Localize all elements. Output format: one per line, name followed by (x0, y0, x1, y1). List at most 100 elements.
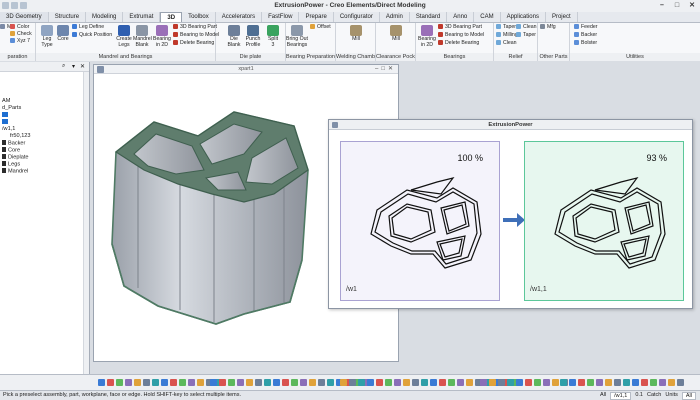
toolbar-tool-icon[interactable] (623, 379, 630, 386)
tree-item[interactable]: AM (0, 98, 90, 105)
milling-button[interactable]: Milling (496, 32, 518, 39)
tree-item[interactable]: /w1,1 (0, 126, 90, 133)
leg-type-button[interactable]: Leg Type (40, 25, 54, 48)
xyz-button[interactable]: Xyz 7 (10, 38, 30, 45)
toolbar-tool-icon[interactable] (188, 379, 195, 386)
toolbar-tool-icon[interactable] (282, 379, 289, 386)
leg-define-button[interactable]: Leg Define (72, 24, 104, 31)
toolbar-tool-icon[interactable] (143, 379, 150, 386)
tree-item[interactable]: Backer (0, 140, 90, 147)
bearing-in-2d-button-b[interactable]: Bearing in 2D (418, 25, 436, 48)
toolbar-tool-icon[interactable] (264, 379, 271, 386)
create-legs-button[interactable]: Create Legs (116, 25, 132, 48)
toolbar-tool-icon[interactable] (116, 379, 123, 386)
units-button[interactable]: Units (665, 391, 678, 400)
split-3-button[interactable]: Split 3 (266, 25, 280, 48)
toolbar-tool-icon[interactable] (237, 379, 244, 386)
tree-item[interactable]: Mandrel (0, 168, 90, 175)
toolbar-tool-icon[interactable] (677, 379, 684, 386)
tab-prepare[interactable]: Prepare (299, 12, 334, 22)
bring-out-bearings-button[interactable]: Bring Out Bearings (286, 25, 308, 48)
toolbar-tool-icon[interactable] (668, 379, 675, 386)
toolbar-tool-icon[interactable] (255, 379, 262, 386)
tab-admin[interactable]: Admin (380, 12, 410, 22)
punch-profile-button[interactable]: Punch Profile (244, 25, 262, 48)
taper-button-2[interactable]: Taper (516, 32, 536, 39)
current-part-field[interactable]: /w1,1 (610, 391, 632, 400)
tab-3d[interactable]: 3D (160, 12, 183, 22)
maximize-icon[interactable]: □ (671, 1, 683, 10)
redo-icon[interactable] (20, 2, 27, 9)
toolbar-tool-icon[interactable] (430, 379, 437, 386)
check-button[interactable]: Check (10, 31, 32, 38)
tree-item[interactable]: Legs (0, 161, 90, 168)
mill-button-2[interactable]: Mill (388, 25, 404, 43)
mfg-button[interactable]: Mfg (540, 24, 556, 31)
toolbar-tool-icon[interactable] (309, 379, 316, 386)
toolbar-tool-icon[interactable] (507, 379, 514, 386)
tab-toolbox[interactable]: Toolbox (182, 12, 216, 22)
toolbar-tool-icon[interactable] (161, 379, 168, 386)
toolbar-tool-icon[interactable] (246, 379, 253, 386)
toolbar-tool-icon[interactable] (587, 379, 594, 386)
tab-3d-geometry[interactable]: 3D Geometry (0, 12, 49, 22)
browser-scrollbar[interactable] (83, 72, 89, 374)
backer-button[interactable]: Backer (574, 32, 597, 39)
minimize-icon[interactable]: – (656, 1, 668, 10)
tree-item[interactable]: d_Parts (0, 105, 90, 112)
tab-modeling[interactable]: Modeling (86, 12, 124, 22)
delete-bearing-button-b[interactable]: Delete Bearing (438, 40, 479, 47)
bearing-to-model-button-b[interactable]: Bearing to Model (438, 32, 484, 39)
toolbar-tool-icon[interactable] (578, 379, 585, 386)
toolbar-tool-icon[interactable] (98, 379, 105, 386)
toolbar-tool-icon[interactable] (516, 379, 523, 386)
toolbar-tool-icon[interactable] (457, 379, 464, 386)
toolbar-tool-icon[interactable] (421, 379, 428, 386)
toolbar-tool-icon[interactable] (125, 379, 132, 386)
toolbar-tool-icon[interactable] (480, 379, 487, 386)
tab-standard[interactable]: Standard (410, 12, 448, 22)
toolbar-tool-icon[interactable] (358, 379, 365, 386)
tab-accelerators[interactable]: Accelerators (216, 12, 263, 22)
tree-item[interactable]: Dieplate (0, 154, 90, 161)
toolbar-tool-icon[interactable] (318, 379, 325, 386)
bearing-part-3d-button-b[interactable]: 3D Bearing Part (438, 24, 482, 31)
mandrel-blank-button[interactable]: Mandrel Blank (133, 25, 152, 48)
toolbar-tool-icon[interactable] (543, 379, 550, 386)
toolbar-tool-icon[interactable] (466, 379, 473, 386)
toolbar-tool-icon[interactable] (560, 379, 567, 386)
toolbar-tool-icon[interactable] (632, 379, 639, 386)
tab-configurator[interactable]: Configurator (334, 12, 380, 22)
toolbar-tool-icon[interactable] (152, 379, 159, 386)
toolbar-tool-icon[interactable] (498, 379, 505, 386)
catch-button[interactable]: Catch (647, 391, 661, 400)
die-blank-button[interactable]: Die Blank (226, 25, 242, 48)
toolbar-tool-icon[interactable] (197, 379, 204, 386)
toolbar-tool-icon[interactable] (489, 379, 496, 386)
selection-mode[interactable]: All (600, 391, 606, 400)
mill-button-1[interactable]: Mill (348, 25, 364, 43)
toolbar-tool-icon[interactable] (448, 379, 455, 386)
toolbar-tool-icon[interactable] (403, 379, 410, 386)
toolbar-tool-icon[interactable] (170, 379, 177, 386)
tree-item-selected[interactable] (0, 112, 90, 119)
toolbar-tool-icon[interactable] (659, 379, 666, 386)
binoculars-icon[interactable]: ⌕ (62, 63, 65, 70)
bolster-button[interactable]: Bolster (574, 40, 597, 47)
close-icon[interactable]: ✕ (686, 1, 698, 10)
clean-button[interactable]: Clean (496, 40, 517, 47)
close-icon[interactable]: ✕ (80, 63, 85, 70)
toolbar-tool-icon[interactable] (219, 379, 226, 386)
toolbar-tool-icon[interactable] (439, 379, 446, 386)
toolbar-tool-icon[interactable] (349, 379, 356, 386)
viewport-window-controls[interactable]: –□✕ (375, 65, 396, 74)
toolbar-tool-icon[interactable] (273, 379, 280, 386)
toolbar-tool-icon[interactable] (534, 379, 541, 386)
save-icon[interactable] (2, 2, 9, 9)
toolbar-tool-icon[interactable] (107, 379, 114, 386)
toolbar-tool-icon[interactable] (228, 379, 235, 386)
toolbar-tool-icon[interactable] (525, 379, 532, 386)
toolbar-tool-icon[interactable] (569, 379, 576, 386)
toolbar-tool-icon[interactable] (596, 379, 603, 386)
toolbar-tool-icon[interactable] (300, 379, 307, 386)
